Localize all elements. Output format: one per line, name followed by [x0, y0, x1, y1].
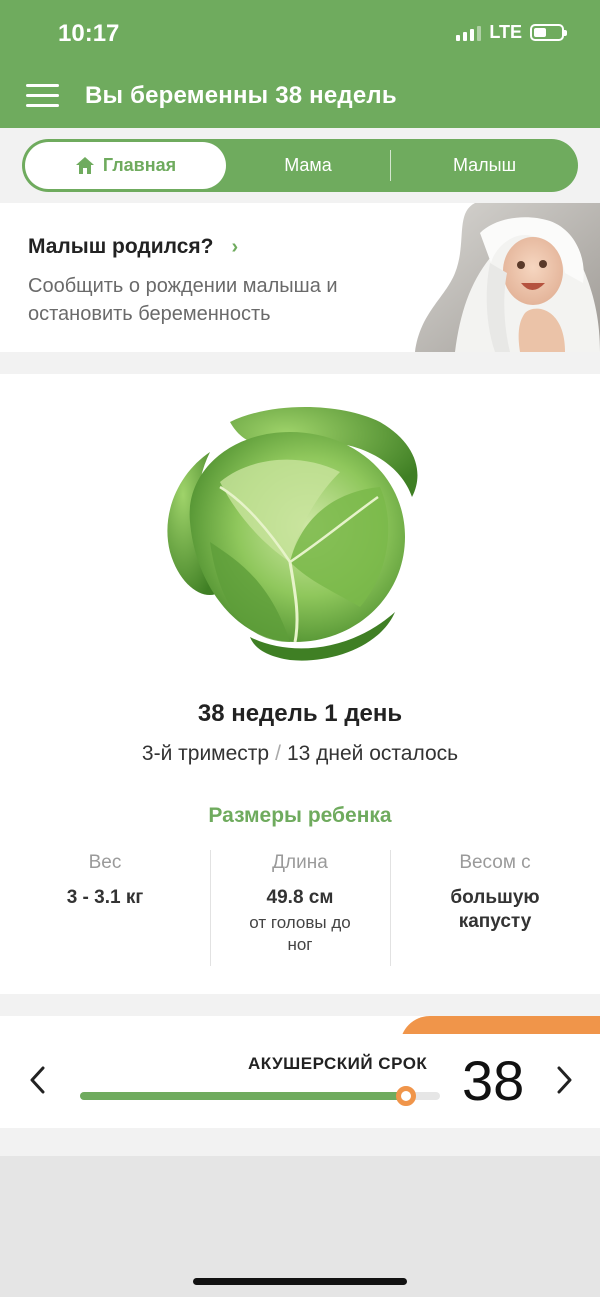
battery-icon	[530, 24, 567, 41]
week-card: 38 недель 1 день 3-й триместр/13 дней ос…	[0, 374, 600, 994]
week-slider-thumb[interactable]	[396, 1086, 416, 1106]
home-indicator	[193, 1278, 407, 1285]
signal-icon	[456, 25, 482, 41]
week-slider[interactable]	[80, 1086, 440, 1106]
tab-baby[interactable]: Малыш	[391, 139, 578, 192]
size-weight-value: 3 - 3.1 кг	[66, 887, 144, 908]
chevron-right-icon: ›	[231, 235, 239, 258]
tab-mama[interactable]: Мама	[226, 139, 390, 192]
size-compare-value: большую капусту	[450, 887, 540, 932]
network-type: LTE	[489, 22, 522, 42]
next-week-button[interactable]	[553, 1062, 577, 1098]
size-length-note: от головы до ног	[249, 913, 351, 954]
size-weight: Вес 3 - 3.1 кг	[0, 852, 210, 910]
baby-born-card[interactable]: Малыш родился? › Сообщить о рождении мал…	[0, 203, 600, 352]
app-header: 10:17 LTE Вы беременны 38 недель	[0, 0, 600, 128]
size-weight-label: Вес	[88, 852, 122, 873]
orange-tab	[400, 1016, 600, 1034]
size-length-value: 49.8 см	[266, 887, 334, 908]
cabbage-image	[167, 407, 418, 661]
prev-week-button[interactable]	[25, 1062, 49, 1098]
tabs-area: Главная Мама Малыш	[0, 128, 600, 203]
tab-home-label: Главная	[102, 155, 177, 175]
status-indicators: LTE	[456, 22, 567, 43]
trimester: 3-й триместр	[141, 742, 270, 765]
tab-mama-label: Мама	[284, 155, 332, 175]
week-title: 38 недель 1 день	[197, 700, 403, 727]
chevron-left-icon	[30, 1066, 45, 1094]
tab-baby-label: Малыш	[452, 155, 517, 175]
menu-icon[interactable]	[26, 84, 59, 108]
term-week-number: 38	[462, 1049, 525, 1112]
page-title: Вы беременны 38 недель	[85, 82, 397, 109]
home-icon	[75, 157, 94, 174]
baby-photo	[415, 203, 600, 352]
baby-born-title[interactable]: Малыш родился? ›	[28, 235, 238, 259]
size-length-label: Длина	[272, 852, 328, 873]
baby-born-subtitle: Сообщить о рождении малыша и остановить …	[28, 275, 338, 325]
size-length: Длина 49.8 см от головы до ног	[210, 852, 390, 956]
term-bar: АКУШЕРСКИЙ СРОК 38	[0, 1034, 600, 1128]
white-tab	[0, 1016, 400, 1034]
days-left: 13 дней осталось	[286, 742, 459, 765]
week-subtitle: 3-й триместр/13 дней осталось	[0, 742, 600, 766]
size-compare: Весом с большую капусту	[390, 852, 600, 934]
status-time: 10:17	[58, 20, 120, 47]
separator: /	[275, 742, 281, 765]
baby-born-title-text: Малыш родился?	[28, 235, 214, 258]
sizes-title: Размеры ребенка	[208, 804, 392, 827]
segmented-tabs: Главная Мама Малыш	[22, 139, 578, 192]
week-slider-fill	[80, 1092, 406, 1100]
section-tab-strip	[0, 1016, 600, 1034]
term-label: АКУШЕРСКИЙ СРОК	[248, 1054, 428, 1073]
chevron-right-icon	[557, 1066, 572, 1094]
tab-home[interactable]: Главная	[25, 142, 226, 189]
bottom-area	[0, 1156, 600, 1297]
size-compare-label: Весом с	[459, 852, 531, 873]
